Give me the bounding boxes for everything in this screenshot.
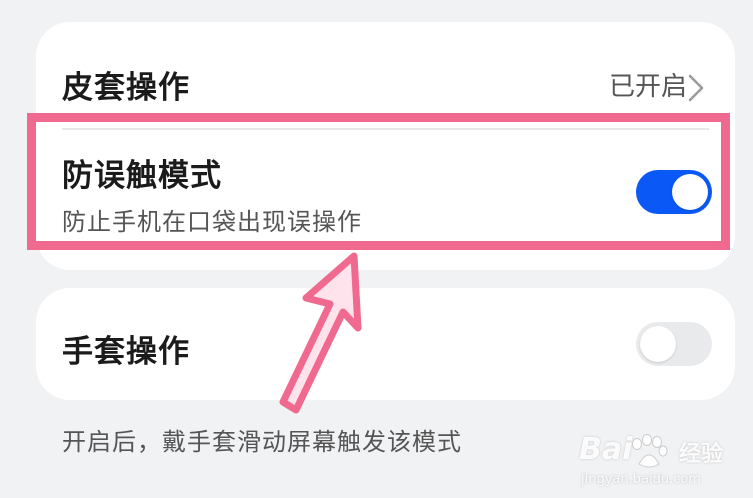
annotation-arrow-icon [279,252,362,414]
watermark-url: jingyan.baidu.com [581,472,701,487]
watermark-jingyan: 经验 [679,442,724,467]
baidu-jingyan-watermark: Bai 经验 jingyan.baidu.com [575,432,745,494]
paw-icon [632,434,668,468]
watermark-logo: Bai [579,432,633,467]
